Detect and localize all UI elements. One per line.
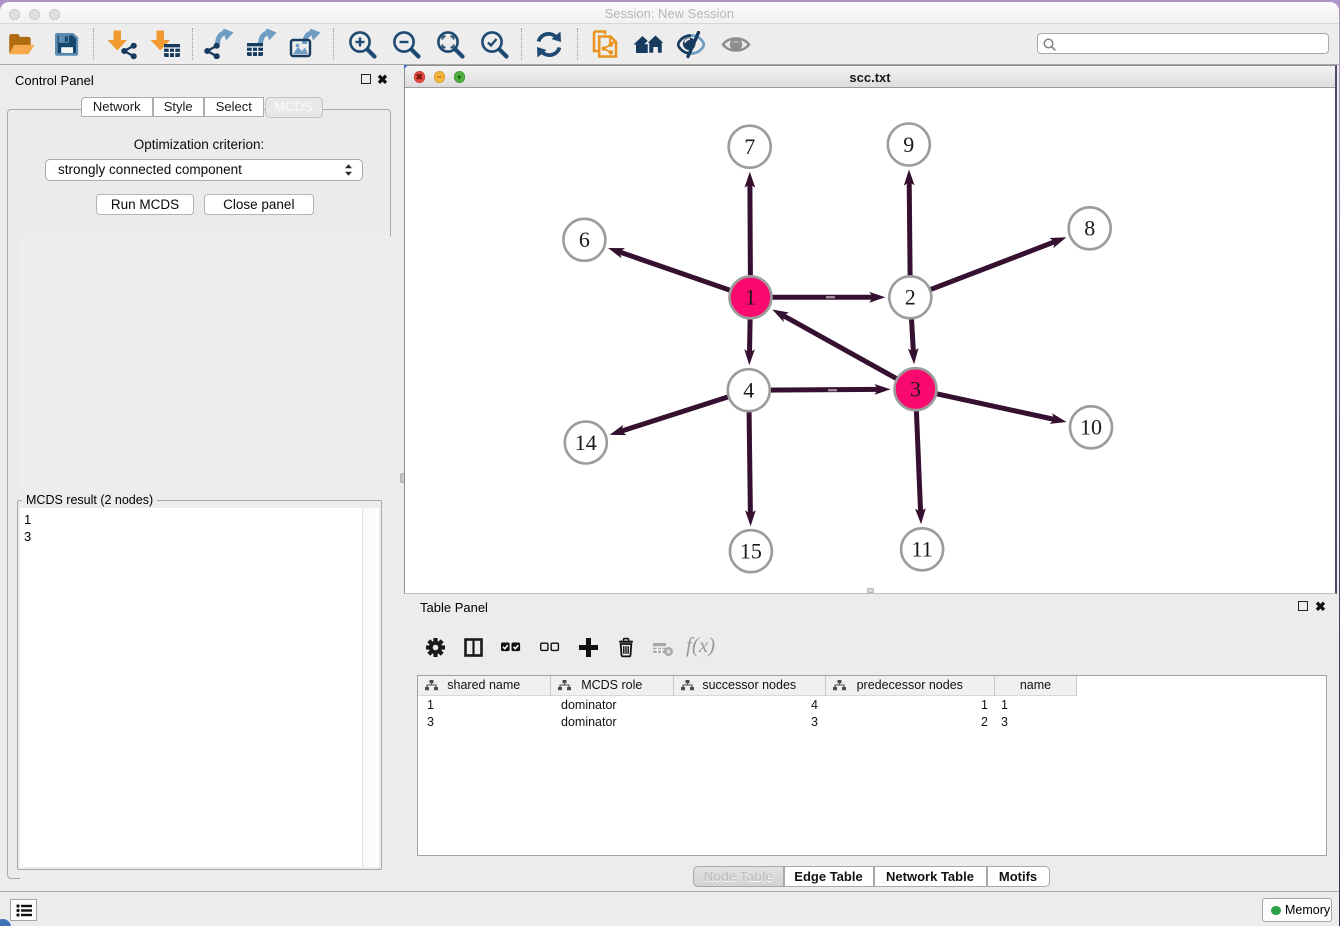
svg-text:15: 15 <box>740 539 762 564</box>
svg-text:11: 11 <box>912 537 933 562</box>
svg-text:14: 14 <box>575 430 597 455</box>
svg-text:2: 2 <box>905 285 916 310</box>
svg-text:7: 7 <box>744 134 755 159</box>
svg-text:4: 4 <box>743 378 754 403</box>
svg-text:10: 10 <box>1080 415 1102 440</box>
svg-text:6: 6 <box>579 227 590 252</box>
svg-text:3: 3 <box>910 377 921 402</box>
svg-text:9: 9 <box>903 132 914 157</box>
svg-text:1: 1 <box>745 285 756 310</box>
svg-text:8: 8 <box>1084 216 1095 241</box>
